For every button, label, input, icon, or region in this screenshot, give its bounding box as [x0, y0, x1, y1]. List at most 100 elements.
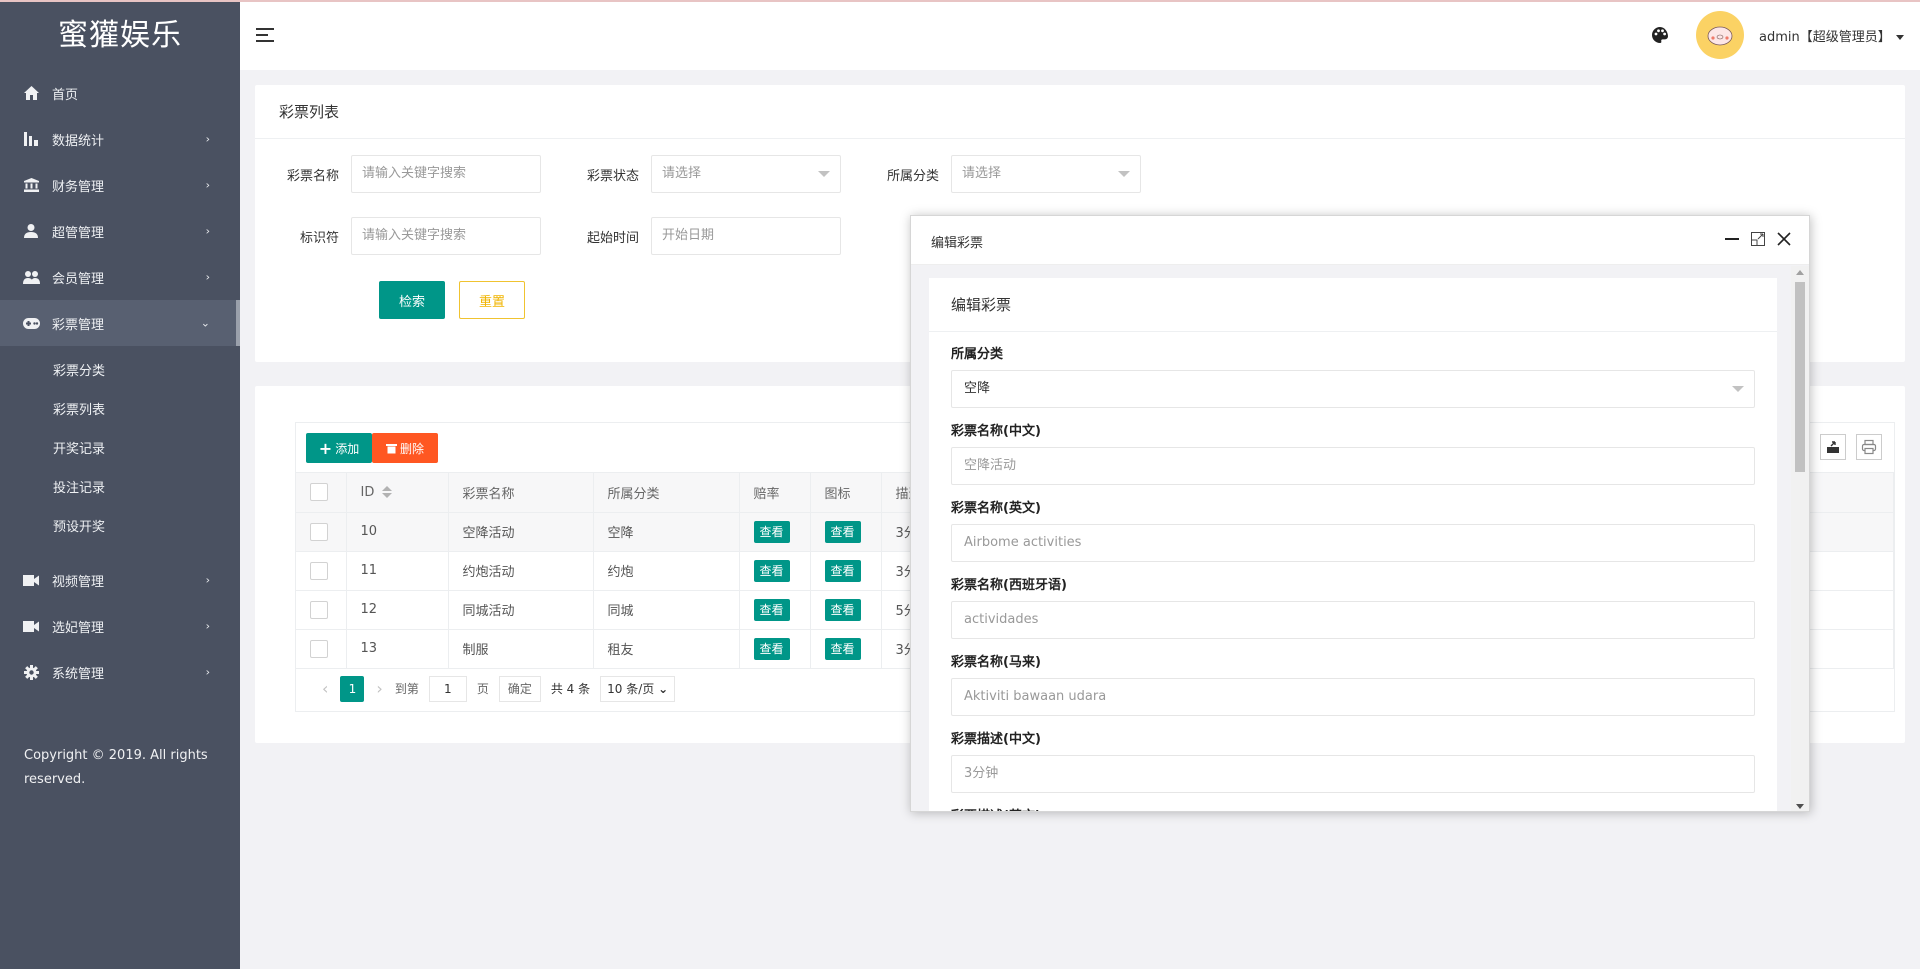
add-button[interactable]: + 添加: [306, 433, 372, 463]
user-menu[interactable]: admin【超级管理员】: [1759, 26, 1904, 45]
sort-icon[interactable]: [382, 486, 393, 499]
next-page-button[interactable]: ›: [376, 679, 382, 698]
start-date-input[interactable]: 开始日期: [651, 217, 841, 255]
column-icon: 图标: [810, 473, 882, 513]
pig-face-icon: [1707, 26, 1733, 46]
cell-category: 租友: [593, 629, 740, 669]
lottery-name-input[interactable]: 请输入关键字搜索: [351, 155, 541, 193]
page-size-value: 10 条/页: [607, 681, 655, 696]
form-field-4: 彩票名称(马来) Aktiviti bawaan udara: [951, 652, 1755, 716]
cell-odds: 查看: [739, 590, 811, 630]
gear-icon: [20, 664, 42, 680]
cell-category: 空降: [593, 512, 740, 552]
cell-icon: 查看: [810, 590, 882, 630]
edit-lottery-modal: 编辑彩票 编辑彩票 所属分类 空降 彩票名称(中文) 空降活动 彩票名称(英文) Airb…: [910, 215, 1810, 812]
sidebar-item-7[interactable]: 选妃管理 ›: [0, 603, 240, 649]
text-input[interactable]: 空降活动: [951, 447, 1755, 485]
page-size-select[interactable]: 10 条/页 ⌄: [600, 675, 676, 702]
sidebar-item-5[interactable]: 彩票管理 ⌄: [0, 300, 240, 346]
user-name-label: admin【超级管理员】: [1759, 30, 1891, 45]
print-icon[interactable]: [1856, 434, 1882, 460]
goto-confirm-button[interactable]: 确定: [498, 675, 541, 702]
sidebar-item-3[interactable]: 超管管理 ›: [0, 208, 240, 254]
view-icon-button[interactable]: 查看: [824, 520, 861, 543]
row-checkbox[interactable]: [310, 522, 328, 541]
category-select[interactable]: 空降: [951, 370, 1755, 408]
scroll-up-arrow-icon[interactable]: [1796, 270, 1804, 275]
sidebar-item-6[interactable]: 视频管理 ›: [0, 557, 240, 603]
minimize-icon[interactable]: [1723, 230, 1741, 248]
column-label: ID: [360, 484, 375, 500]
cell-category: 同城: [593, 590, 740, 630]
video-icon: [20, 618, 42, 634]
palette-icon[interactable]: [1650, 25, 1670, 45]
modal-body: 编辑彩票 所属分类 空降 彩票名称(中文) 空降活动 彩票名称(英文) Airbome a…: [911, 266, 1793, 811]
field-label: 彩票名称(中文): [951, 424, 1041, 439]
view-icon-button[interactable]: 查看: [824, 637, 861, 660]
field-label: 标识符: [299, 230, 339, 246]
modal-header: 编辑彩票: [911, 216, 1809, 265]
sidebar-item-label: 视频管理: [52, 574, 105, 590]
field-value: 空降活动: [964, 458, 1017, 473]
row-checkbox[interactable]: [310, 639, 328, 658]
view-odds-button[interactable]: 查看: [753, 559, 790, 582]
export-icon[interactable]: [1820, 434, 1846, 460]
view-odds-button[interactable]: 查看: [753, 637, 790, 660]
sidebar-subitem-3[interactable]: 投注记录: [0, 469, 240, 508]
text-input[interactable]: 3分钟: [951, 755, 1755, 793]
text-input[interactable]: Airbome activities: [951, 524, 1755, 562]
sidebar-subitem-4[interactable]: 预设开奖: [0, 508, 240, 547]
view-odds-button[interactable]: 查看: [753, 520, 790, 543]
scrollbar-thumb[interactable]: [1795, 282, 1805, 472]
sidebar-subitem-2[interactable]: 开奖记录: [0, 430, 240, 469]
cell-id: 12: [346, 590, 449, 630]
cell-name: 空降活动: [448, 512, 594, 552]
text-input[interactable]: Aktiviti bawaan udara: [951, 678, 1755, 716]
field-identifier: 标识符 请输入关键字搜索: [255, 217, 541, 255]
field-label: 彩票名称: [286, 168, 339, 184]
sidebar-item-4[interactable]: 会员管理 ›: [0, 254, 240, 300]
cell-id: 10: [346, 512, 449, 552]
identifier-input[interactable]: 请输入关键字搜索: [351, 217, 541, 255]
reset-button[interactable]: 重置: [459, 281, 525, 319]
row-checkbox[interactable]: [310, 600, 328, 619]
column-id[interactable]: ID: [346, 473, 449, 513]
view-icon-button[interactable]: 查看: [824, 598, 861, 621]
view-odds-button[interactable]: 查看: [753, 598, 790, 621]
chevron-right-icon: ›: [205, 619, 210, 633]
category-select[interactable]: 请选择: [951, 155, 1141, 193]
field-label: 彩票名称(西班牙语): [951, 578, 1067, 593]
sidebar-item-8[interactable]: 系统管理 ›: [0, 649, 240, 695]
cell-category: 约炮: [593, 551, 740, 591]
sidebar-item-1[interactable]: 数据统计 ›: [0, 116, 240, 162]
form-field-2: 彩票名称(英文) Airbome activities: [951, 498, 1755, 562]
sidebar-item-0[interactable]: 首页: [0, 70, 240, 116]
cell-odds: 查看: [739, 512, 811, 552]
select-all-cell: [296, 473, 347, 513]
view-icon-button[interactable]: 查看: [824, 559, 861, 582]
avatar[interactable]: [1696, 11, 1744, 59]
sidebar-item-label: 彩票管理: [52, 317, 105, 333]
scroll-down-arrow-icon[interactable]: [1796, 804, 1804, 809]
column-category: 所属分类: [593, 473, 740, 513]
current-page[interactable]: 1: [340, 675, 365, 702]
select-all-checkbox[interactable]: [310, 483, 328, 502]
row-checkbox[interactable]: [310, 561, 328, 580]
row-select-cell: [296, 629, 347, 669]
form-field-5: 彩票描述(中文) 3分钟: [951, 729, 1755, 793]
batch-delete-button[interactable]: 删除: [372, 433, 438, 463]
hamburger-icon[interactable]: [256, 28, 274, 42]
sidebar-item-2[interactable]: 财务管理 ›: [0, 162, 240, 208]
modal-scrollbar[interactable]: [1791, 266, 1809, 811]
sidebar-subitem-1[interactable]: 彩票列表: [0, 391, 240, 430]
row-select-cell: [296, 590, 347, 630]
search-button[interactable]: 检索: [379, 281, 445, 319]
sidebar-subitem-0[interactable]: 彩票分类: [0, 352, 240, 391]
maximize-icon[interactable]: [1749, 230, 1767, 248]
lottery-status-select[interactable]: 请选择: [651, 155, 841, 193]
field-label: 所属分类: [886, 168, 939, 184]
close-icon[interactable]: [1775, 230, 1793, 248]
text-input[interactable]: actividades: [951, 601, 1755, 639]
goto-page-input[interactable]: 1: [428, 675, 467, 702]
prev-page-button[interactable]: ‹: [322, 679, 328, 698]
